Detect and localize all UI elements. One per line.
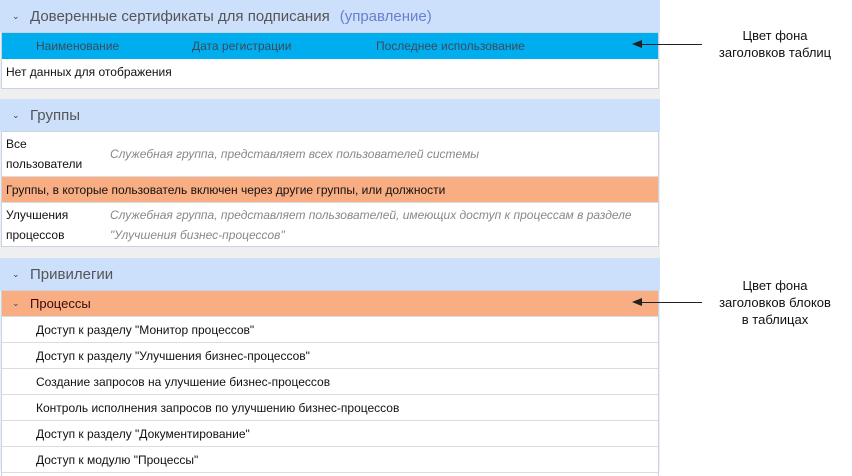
- privilege-item[interactable]: Создание запросов на улучшение бизнес-пр…: [2, 369, 658, 395]
- privilege-item[interactable]: Доступ к разделу "Улучшения бизнес-проце…: [2, 343, 658, 369]
- chevron-down-icon: ⌄: [12, 298, 20, 308]
- section-title: Привилегии: [30, 265, 114, 283]
- chevron-down-icon: ⌄: [12, 109, 20, 120]
- column-name[interactable]: Наименование: [36, 39, 119, 53]
- group-description: Служебная группа, представляет пользоват…: [110, 208, 632, 222]
- arrow-icon: [632, 298, 702, 306]
- privilege-item[interactable]: Контроль исполнения запросов по улучшени…: [2, 395, 658, 421]
- column-last-used[interactable]: Последнее использование: [376, 39, 525, 53]
- group-name: процессов: [6, 228, 65, 242]
- annotation-table-header: Цвет фона заголовков таблиц: [718, 28, 832, 60]
- groups-section-header[interactable]: ⌄ Группы: [0, 99, 660, 131]
- section-title: Доверенные сертификаты для подписания: [30, 7, 330, 25]
- block-title: Процессы: [30, 296, 91, 311]
- group-name: Улучшения: [6, 208, 69, 222]
- group-name: Все: [6, 137, 27, 151]
- chevron-down-icon: ⌄: [12, 10, 20, 21]
- certificates-table: Наименование Дата регистрации Последнее …: [1, 32, 659, 89]
- privileges-section-header[interactable]: ⌄ Привилегии: [0, 258, 660, 290]
- privilege-item[interactable]: Доступ к разделу "Документирование": [2, 421, 658, 447]
- table-row[interactable]: Улучшения процессов Служебная группа, пре…: [2, 203, 658, 247]
- section-title: Группы: [30, 106, 80, 124]
- manage-link[interactable]: (управление): [340, 8, 432, 25]
- empty-message: Нет данных для отображения: [6, 65, 172, 79]
- block-header-processes[interactable]: ⌄ Процессы: [2, 291, 658, 317]
- privileges-table: ⌄ Процессы Доступ к разделу "Монитор про…: [1, 290, 659, 476]
- annotation-block-header: Цвет фона заголовков блоков в таблицах: [719, 278, 831, 327]
- group-name: пользователи: [6, 157, 83, 171]
- chevron-down-icon: ⌄: [12, 268, 20, 279]
- group-description: "Улучшения бизнес-процессов": [110, 228, 285, 242]
- block-header[interactable]: Группы, в которые пользователь включен ч…: [2, 177, 658, 203]
- table-header: Наименование Дата регистрации Последнее …: [2, 33, 658, 59]
- arrow-icon: [632, 40, 702, 48]
- privilege-item[interactable]: Доступ к модулю "Процессы": [2, 447, 658, 473]
- group-description: Служебная группа, представляет всех поль…: [110, 147, 480, 161]
- groups-table: Все пользователи Служебная группа, предст…: [1, 131, 659, 247]
- certificates-section-header[interactable]: ⌄ Доверенные сертификаты для подписания …: [0, 0, 660, 32]
- table-row[interactable]: Все пользователи Служебная группа, предст…: [2, 132, 658, 177]
- column-registration-date[interactable]: Дата регистрации: [192, 39, 291, 53]
- privilege-item[interactable]: Доступ к разделу "Монитор процессов": [2, 317, 658, 343]
- user-profile-panel: ⌄ Доверенные сертификаты для подписания …: [0, 0, 660, 476]
